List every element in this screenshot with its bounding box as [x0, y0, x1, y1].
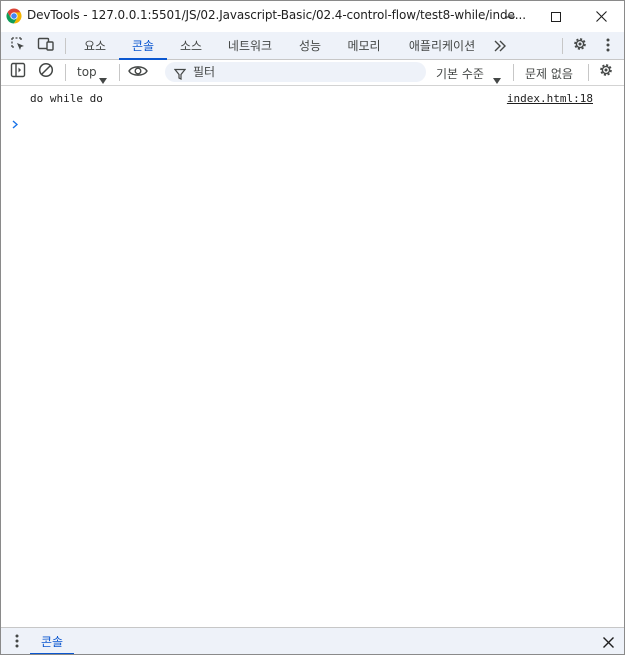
toolbar-divider	[588, 64, 589, 81]
console-message: do while do index.html:18	[1, 86, 624, 108]
console-output: do while do index.html:18	[1, 86, 624, 626]
inspect-element-icon	[10, 36, 26, 56]
more-vertical-icon	[606, 37, 610, 56]
minimize-button[interactable]	[487, 1, 533, 32]
toolbar-divider	[65, 64, 66, 81]
device-toolbar-icon	[37, 36, 55, 56]
toolbar-divider	[562, 38, 563, 54]
title-bar: DevTools - 127.0.0.1:5501/JS/02.Javascri…	[1, 1, 624, 32]
settings-gear-icon	[572, 36, 588, 56]
log-level-dropdown[interactable]: 기본 수준	[431, 60, 507, 85]
window-title: DevTools - 127.0.0.1:5501/JS/02.Javascri…	[27, 8, 526, 22]
console-prompt	[1, 108, 624, 130]
filter-input[interactable]	[193, 64, 418, 79]
issues-button[interactable]: 문제 없음	[519, 60, 583, 85]
settings-button[interactable]	[571, 37, 589, 55]
chevron-double-right-icon	[493, 37, 507, 56]
console-settings-gear-icon	[598, 62, 614, 82]
clear-console-button[interactable]	[37, 62, 55, 82]
show-sidebar-icon	[10, 62, 26, 82]
toolbar-divider	[65, 38, 66, 54]
console-input[interactable]	[30, 111, 614, 129]
customize-devtools-button[interactable]	[599, 37, 617, 55]
drawer-tab-label: 콘솔	[40, 635, 64, 649]
tab-network[interactable]: 네트워크	[217, 32, 283, 59]
drawer-menu-button[interactable]	[9, 633, 25, 651]
tab-label: 성능	[298, 39, 322, 53]
maximize-button[interactable]	[533, 1, 579, 32]
tab-label: 요소	[83, 39, 107, 53]
context-label: top	[77, 65, 97, 79]
tab-application[interactable]: 애플리케이션	[397, 32, 487, 59]
inspect-element-button[interactable]	[9, 37, 27, 55]
tab-sources[interactable]: 소스	[169, 32, 213, 59]
chevron-right-icon	[12, 114, 19, 133]
toolbar-divider	[119, 64, 120, 81]
tab-label: 네트워크	[227, 39, 273, 53]
more-tabs-button[interactable]	[491, 37, 509, 55]
console-settings-button[interactable]	[597, 63, 615, 81]
tab-memory[interactable]: 메모리	[337, 32, 391, 59]
close-icon	[602, 633, 614, 652]
toolbar-divider	[513, 64, 514, 81]
live-expression-eye-icon	[128, 63, 148, 82]
chrome-icon	[6, 8, 22, 24]
live-expression-button[interactable]	[128, 63, 148, 81]
drawer-toolbar: 콘솔	[1, 627, 624, 654]
device-toolbar-button[interactable]	[37, 37, 55, 55]
main-toolbar: 요소 콘솔 소스 네트워크 성능 메모리 애플리케이션	[1, 32, 624, 60]
close-drawer-button[interactable]	[599, 633, 617, 651]
clear-console-icon	[38, 62, 54, 82]
console-toolbar: top 기본 수준	[1, 60, 624, 86]
context-selector[interactable]: top	[73, 60, 115, 85]
maximize-icon	[551, 11, 561, 22]
log-level-label: 기본 수준	[436, 67, 484, 81]
console-message-text: do while do	[30, 92, 103, 105]
minimize-icon	[505, 12, 515, 22]
tab-performance[interactable]: 성능	[289, 32, 331, 59]
issues-label: 문제 없음	[525, 67, 573, 81]
tab-label: 콘솔	[131, 39, 155, 53]
close-window-button[interactable]	[578, 1, 624, 32]
source-link[interactable]: index.html:18	[507, 92, 593, 105]
show-sidebar-button[interactable]	[9, 62, 27, 82]
tab-label: 메모리	[347, 39, 381, 53]
devtools-window: DevTools - 127.0.0.1:5501/JS/02.Javascri…	[0, 0, 625, 655]
tab-label: 소스	[179, 39, 203, 53]
close-icon	[595, 11, 607, 22]
tab-elements[interactable]: 요소	[73, 32, 117, 59]
filter-box	[165, 62, 426, 82]
filter-funnel-icon	[173, 65, 187, 84]
drawer-tab-console[interactable]: 콘솔	[30, 628, 74, 654]
more-vertical-icon	[15, 633, 19, 652]
tab-console[interactable]: 콘솔	[119, 32, 167, 60]
tab-label: 애플리케이션	[408, 39, 476, 53]
